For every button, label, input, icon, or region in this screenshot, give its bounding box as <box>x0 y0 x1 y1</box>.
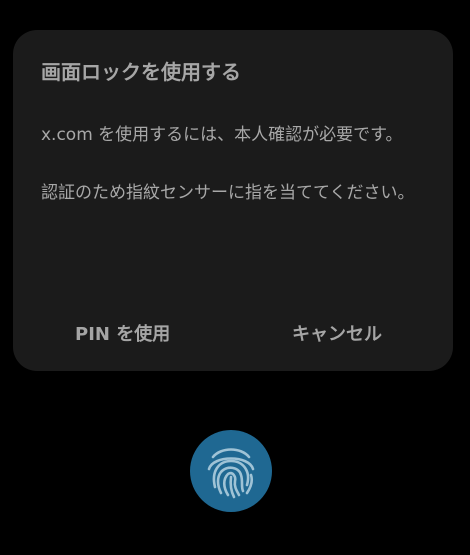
cancel-button[interactable]: キャンセル <box>292 324 382 346</box>
dialog-message-fingerprint: 認証のため指紋センサーに指を当ててください。 <box>41 183 415 203</box>
fingerprint-icon <box>207 448 255 499</box>
dialog-body: x.com を使用するには、本人確認が必要です。 認証のため指紋センサーに指を当… <box>41 121 421 208</box>
screen-lock-dialog: 画面ロックを使用する x.com を使用するには、本人確認が必要です。 認証のた… <box>13 30 453 371</box>
fingerprint-sensor-button[interactable] <box>190 430 272 512</box>
dialog-message-verification: x.com を使用するには、本人確認が必要です。 <box>41 125 403 145</box>
screen: 画面ロックを使用する x.com を使用するには、本人確認が必要です。 認証のた… <box>0 0 470 555</box>
use-pin-button[interactable]: PIN を使用 <box>75 324 170 346</box>
dialog-title: 画面ロックを使用する <box>41 60 241 84</box>
